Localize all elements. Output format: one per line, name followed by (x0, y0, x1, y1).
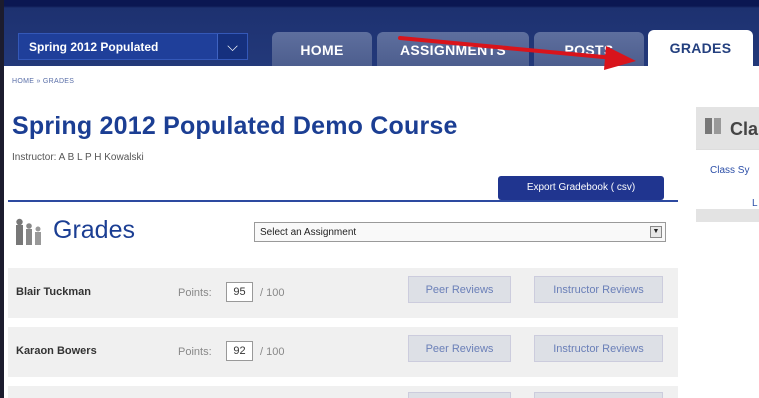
student-row (8, 386, 678, 398)
breadcrumb[interactable]: HOME » GRADES (12, 78, 74, 85)
tab-home[interactable]: HOME (272, 32, 372, 66)
select-arrow-icon[interactable]: ▼ (650, 226, 662, 238)
student-name: Karaon Bowers (16, 345, 97, 357)
side-panel-body (696, 149, 759, 209)
grades-heading: Grades (53, 216, 135, 244)
peer-reviews-button[interactable]: Peer Reviews (408, 335, 511, 362)
side-panel-title: Cla (730, 119, 759, 139)
points-label: Points: (178, 346, 212, 358)
section-divider (8, 200, 678, 202)
tab-grades[interactable]: GRADES (648, 30, 753, 66)
instructor-reviews-button[interactable]: Instructor Reviews (534, 276, 663, 303)
assignment-select[interactable]: Select an Assignment ▼ (254, 222, 666, 242)
points-input[interactable]: 95 (226, 282, 253, 302)
peer-reviews-button[interactable]: Peer Reviews (408, 276, 511, 303)
student-row: Karaon Bowers Points: 92 / 100 Peer Revi… (8, 327, 678, 377)
student-name: Blair Tuckman (16, 286, 91, 298)
instructor-label: Instructor: A B L P H Kowalski (12, 152, 144, 163)
class-side-panel: Cla Class Sy L (696, 107, 759, 222)
tab-assignments[interactable]: ASSIGNMENTS (377, 32, 529, 66)
export-gradebook-button[interactable]: Export Gradebook ( csv) (498, 176, 664, 200)
student-row: Blair Tuckman Points: 95 / 100 Peer Revi… (8, 268, 678, 318)
book-icon (705, 118, 721, 134)
points-max: / 100 (260, 346, 285, 358)
course-selector-label: Spring 2012 Populated (29, 40, 159, 54)
instructor-reviews-button[interactable]: Instructor Reviews (534, 335, 663, 362)
peer-reviews-button[interactable] (408, 392, 511, 398)
assignment-select-value: Select an Assignment (260, 227, 357, 238)
class-syllabus-link[interactable]: Class Sy (710, 165, 749, 176)
points-label: Points: (178, 287, 212, 299)
course-selector[interactable]: Spring 2012 Populated ⌵ (18, 33, 248, 60)
page-title: Spring 2012 Populated Demo Course (12, 112, 458, 140)
people-icon (16, 218, 41, 245)
side-panel-link[interactable]: L (752, 198, 758, 209)
instructor-reviews-button[interactable] (534, 392, 663, 398)
points-max: / 100 (260, 287, 285, 299)
points-input[interactable]: 92 (226, 341, 253, 361)
tab-posts[interactable]: POSTS (534, 32, 644, 66)
chevron-down-icon[interactable]: ⌵ (217, 34, 247, 59)
